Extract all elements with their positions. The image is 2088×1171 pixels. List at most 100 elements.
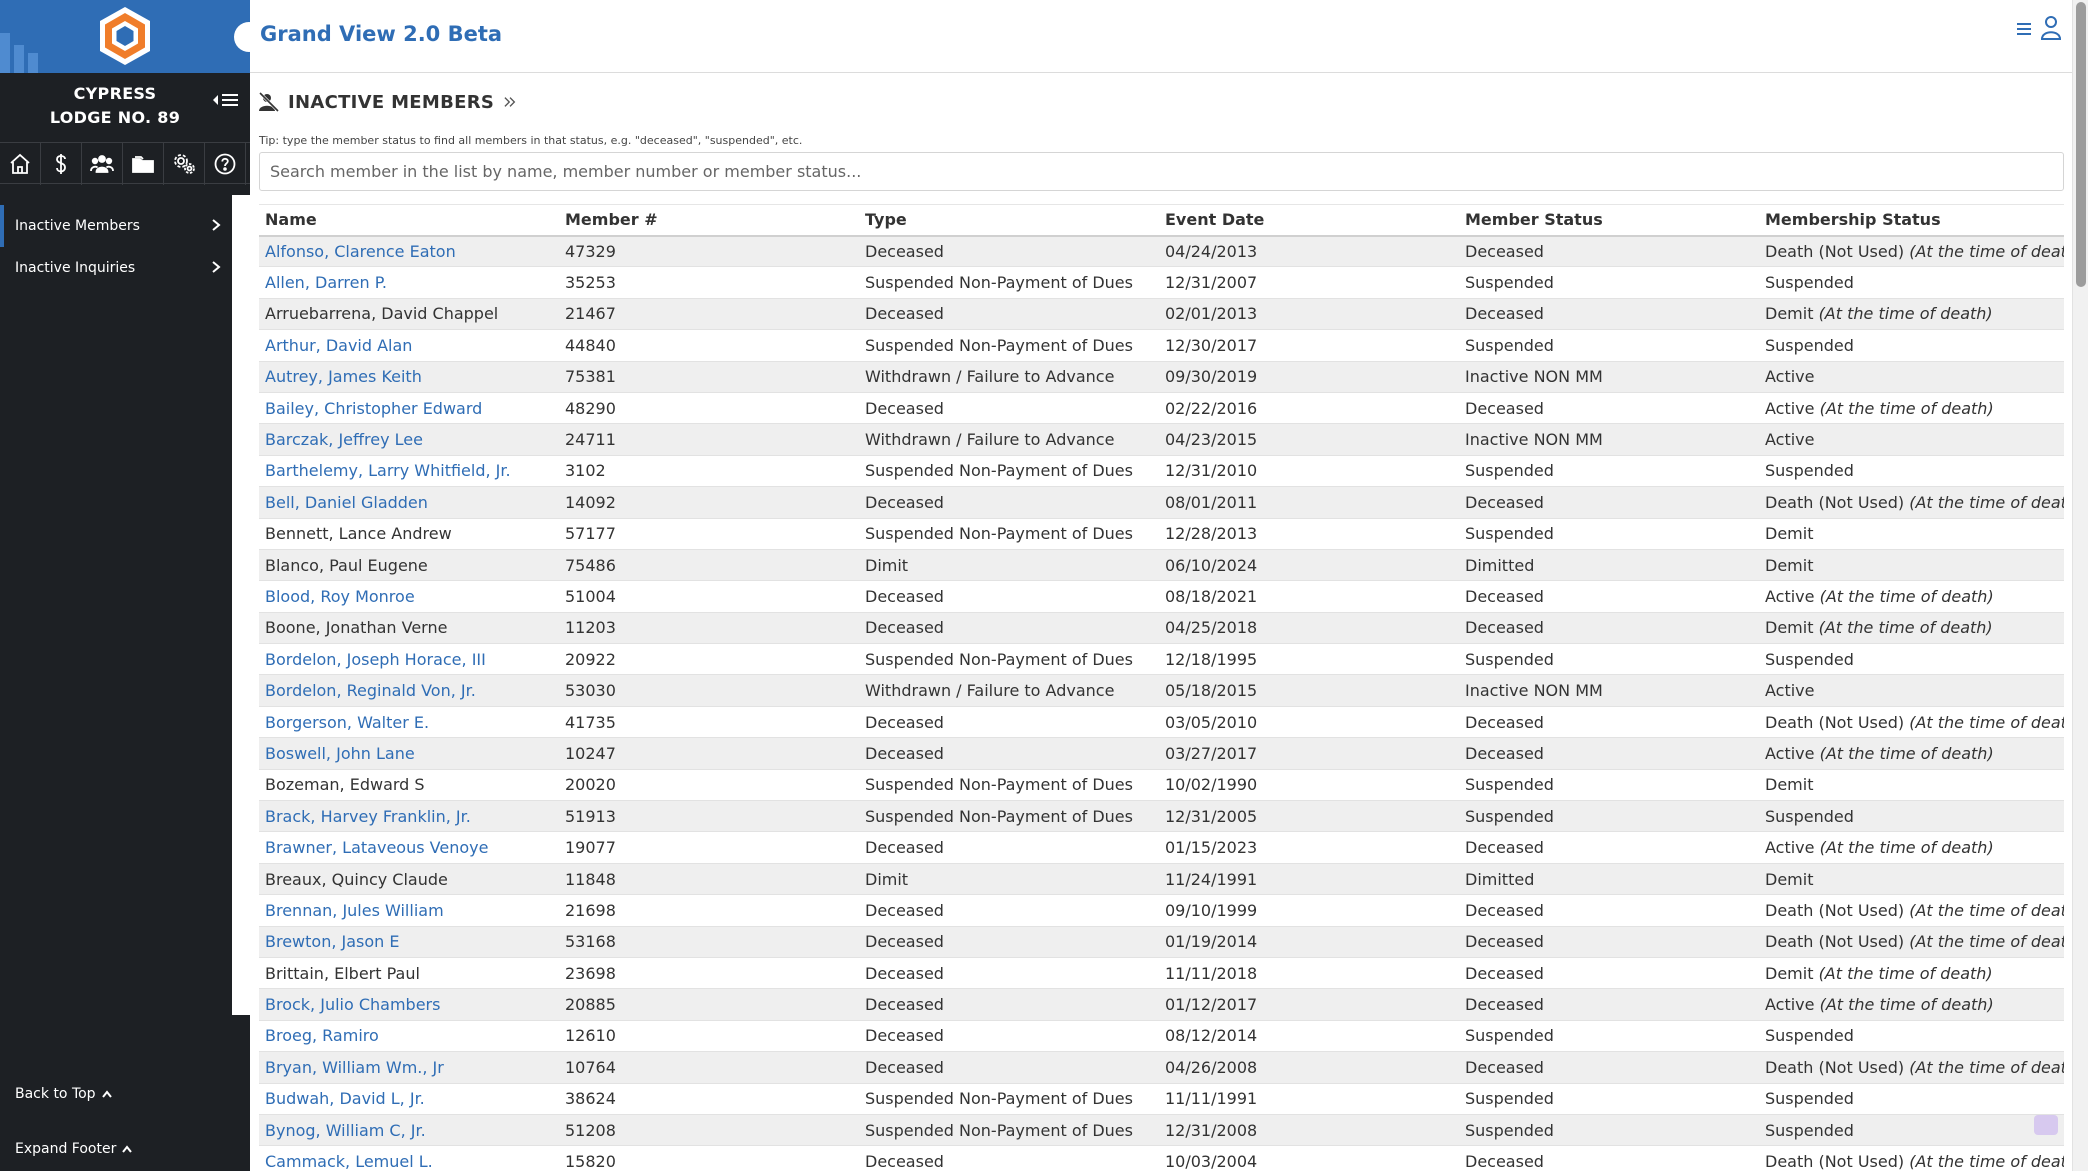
- finance-button[interactable]: [41, 143, 82, 185]
- member-name-link[interactable]: Brennan, Jules William: [265, 901, 444, 920]
- member-name-link[interactable]: Brock, Julio Chambers: [265, 995, 440, 1014]
- cell-membership-status: Suspended: [1759, 266, 2064, 299]
- scrollbar-thumb[interactable]: [2076, 2, 2086, 287]
- page-heading: INACTIVE MEMBERS: [258, 91, 518, 113]
- cell-name: Blood, Roy Monroe: [259, 580, 559, 613]
- cell-member-number: 51913: [559, 800, 859, 832]
- column-header-name[interactable]: Name: [259, 204, 559, 237]
- expand-footer-link[interactable]: Expand Footer: [15, 1141, 133, 1157]
- members-button[interactable]: [82, 143, 123, 185]
- logo-area: [0, 0, 250, 73]
- column-header-member-status[interactable]: Member Status: [1459, 204, 1759, 237]
- cell-event-date: 12/31/2007: [1159, 266, 1459, 299]
- member-name-link[interactable]: Barczak, Jeffrey Lee: [265, 430, 423, 449]
- chevron-right-icon: [210, 218, 224, 232]
- chevron-up-icon: [101, 1090, 112, 1098]
- settings-button[interactable]: [164, 143, 205, 185]
- member-name-link[interactable]: Allen, Darren P.: [265, 273, 387, 292]
- member-name-link[interactable]: Barthelemy, Larry Whitfield, Jr.: [265, 461, 511, 480]
- cell-member-number: 21467: [559, 297, 859, 330]
- collapse-sidebar-button[interactable]: [212, 92, 240, 113]
- cell-member-number: 23698: [559, 956, 859, 989]
- cell-membership-status: Active (At the time of death): [1759, 391, 2064, 424]
- cell-type: Suspended Non-Payment of Dues: [859, 329, 1159, 362]
- table-row: Budwah, David L, Jr. 38624 Suspended Non-P…: [259, 1082, 2064, 1115]
- table-row: Barthelemy, Larry Whitfield, Jr. 3102 Susp…: [259, 454, 2064, 487]
- member-search-input[interactable]: [259, 152, 2064, 191]
- inactive-member-icon: [258, 91, 280, 113]
- member-name-link[interactable]: Borgerson, Walter E.: [265, 713, 429, 732]
- cell-type: Withdrawn / Failure to Advance: [859, 360, 1159, 393]
- cell-member-number: 10247: [559, 737, 859, 770]
- table-header-row: Name Member # Type Event Date Member Sta…: [259, 204, 2064, 237]
- lodge-logo-icon[interactable]: [98, 5, 152, 67]
- member-name-link[interactable]: Bordelon, Joseph Horace, III: [265, 650, 486, 669]
- sidebar-item-inactive-inquiries[interactable]: Inactive Inquiries: [0, 247, 232, 289]
- floating-widget-button[interactable]: [2034, 1115, 2058, 1135]
- membership-status-value: Death (Not Used): [1765, 712, 1905, 732]
- cell-type: Suspended Non-Payment of Dues: [859, 800, 1159, 832]
- cell-member-status: Inactive NON MM: [1459, 423, 1759, 456]
- member-name-link[interactable]: Bailey, Christopher Edward: [265, 399, 482, 418]
- column-header-membership-status[interactable]: Membership Status: [1759, 204, 2064, 237]
- cell-member-number: 15820: [559, 1145, 859, 1171]
- cell-membership-status: Death (Not Used) (At the time of death): [1759, 1145, 2064, 1171]
- member-name-link[interactable]: Autrey, James Keith: [265, 367, 422, 386]
- page-scrollbar[interactable]: [2072, 0, 2088, 1171]
- membership-status-note: (At the time of death): [1819, 743, 1994, 763]
- documents-button[interactable]: [123, 143, 164, 185]
- cell-event-date: 01/12/2017: [1159, 988, 1459, 1021]
- app-title[interactable]: Grand View 2.0 Beta: [260, 22, 502, 46]
- cell-membership-status: Active (At the time of death): [1759, 580, 2064, 613]
- cell-type: Deceased: [859, 297, 1159, 330]
- membership-status-note: (At the time of death): [1909, 712, 2064, 732]
- cell-type: Suspended Non-Payment of Dues: [859, 1082, 1159, 1115]
- column-header-type[interactable]: Type: [859, 204, 1159, 237]
- member-name-link[interactable]: Bordelon, Reginald Von, Jr.: [265, 681, 476, 700]
- sidebar-item-inactive-members[interactable]: Inactive Members: [0, 205, 232, 247]
- membership-status-note: (At the time of death): [1818, 304, 1993, 324]
- member-name-link[interactable]: Cammack, Lemuel L.: [265, 1152, 433, 1171]
- member-name-link[interactable]: Arthur, David Alan: [265, 336, 412, 355]
- cell-event-date: 03/27/2017: [1159, 737, 1459, 770]
- membership-status-note: (At the time of death): [1909, 900, 2064, 920]
- cell-name: Cammack, Lemuel L.: [259, 1145, 559, 1171]
- member-name-link[interactable]: Brack, Harvey Franklin, Jr.: [265, 807, 471, 826]
- cell-event-date: 12/31/2008: [1159, 1113, 1459, 1146]
- membership-status-value: Active: [1765, 367, 1815, 387]
- member-name-link[interactable]: Bynog, William C, Jr.: [265, 1121, 426, 1140]
- cell-membership-status: Suspended: [1759, 1082, 2064, 1115]
- member-name-link[interactable]: Bryan, William Wm., Jr: [265, 1058, 444, 1077]
- cell-member-status: Deceased: [1459, 831, 1759, 864]
- column-header-member-number[interactable]: Member #: [559, 204, 859, 237]
- member-name-link[interactable]: Brewton, Jason E: [265, 932, 400, 951]
- cell-name: Bozeman, Edward S: [259, 768, 559, 801]
- cell-type: Deceased: [859, 925, 1159, 958]
- member-name-link[interactable]: Alfonso, Clarence Eaton: [265, 242, 456, 261]
- cell-member-number: 14092: [559, 486, 859, 519]
- double-chevron-right-icon[interactable]: [502, 94, 518, 110]
- member-name-link[interactable]: Budwah, David L, Jr.: [265, 1089, 425, 1108]
- member-name-link[interactable]: Broeg, Ramiro: [265, 1026, 379, 1045]
- cell-member-status: Suspended: [1459, 266, 1759, 299]
- member-name-link[interactable]: Blood, Roy Monroe: [265, 587, 415, 606]
- membership-status-value: Suspended: [1765, 335, 1854, 355]
- cell-name: Alfonso, Clarence Eaton: [259, 234, 559, 267]
- user-profile-button[interactable]: [2040, 15, 2062, 45]
- membership-status-note: (At the time of death): [1909, 241, 2064, 261]
- cell-membership-status: Suspended: [1759, 643, 2064, 675]
- cell-member-number: 11203: [559, 611, 859, 644]
- help-button[interactable]: [205, 143, 246, 185]
- table-row: Bailey, Christopher Edward 48290 Deceased 0…: [259, 391, 2064, 424]
- member-name-link[interactable]: Brawner, Lataveous Venoye: [265, 838, 488, 857]
- back-to-top-link[interactable]: Back to Top: [15, 1086, 113, 1102]
- member-name-link[interactable]: Boswell, John Lane: [265, 744, 415, 763]
- cell-type: Deceased: [859, 705, 1159, 738]
- table-row: Brewton, Jason E 53168 Deceased 01/19/2014 D…: [259, 925, 2064, 958]
- home-button[interactable]: [0, 143, 41, 185]
- table-row: Brock, Julio Chambers 20885 Deceased 01/12/…: [259, 988, 2064, 1021]
- member-name-link[interactable]: Bell, Daniel Gladden: [265, 493, 428, 512]
- column-header-event-date[interactable]: Event Date: [1159, 204, 1459, 237]
- cell-member-number: 38624: [559, 1082, 859, 1115]
- menu-button[interactable]: [2016, 21, 2032, 41]
